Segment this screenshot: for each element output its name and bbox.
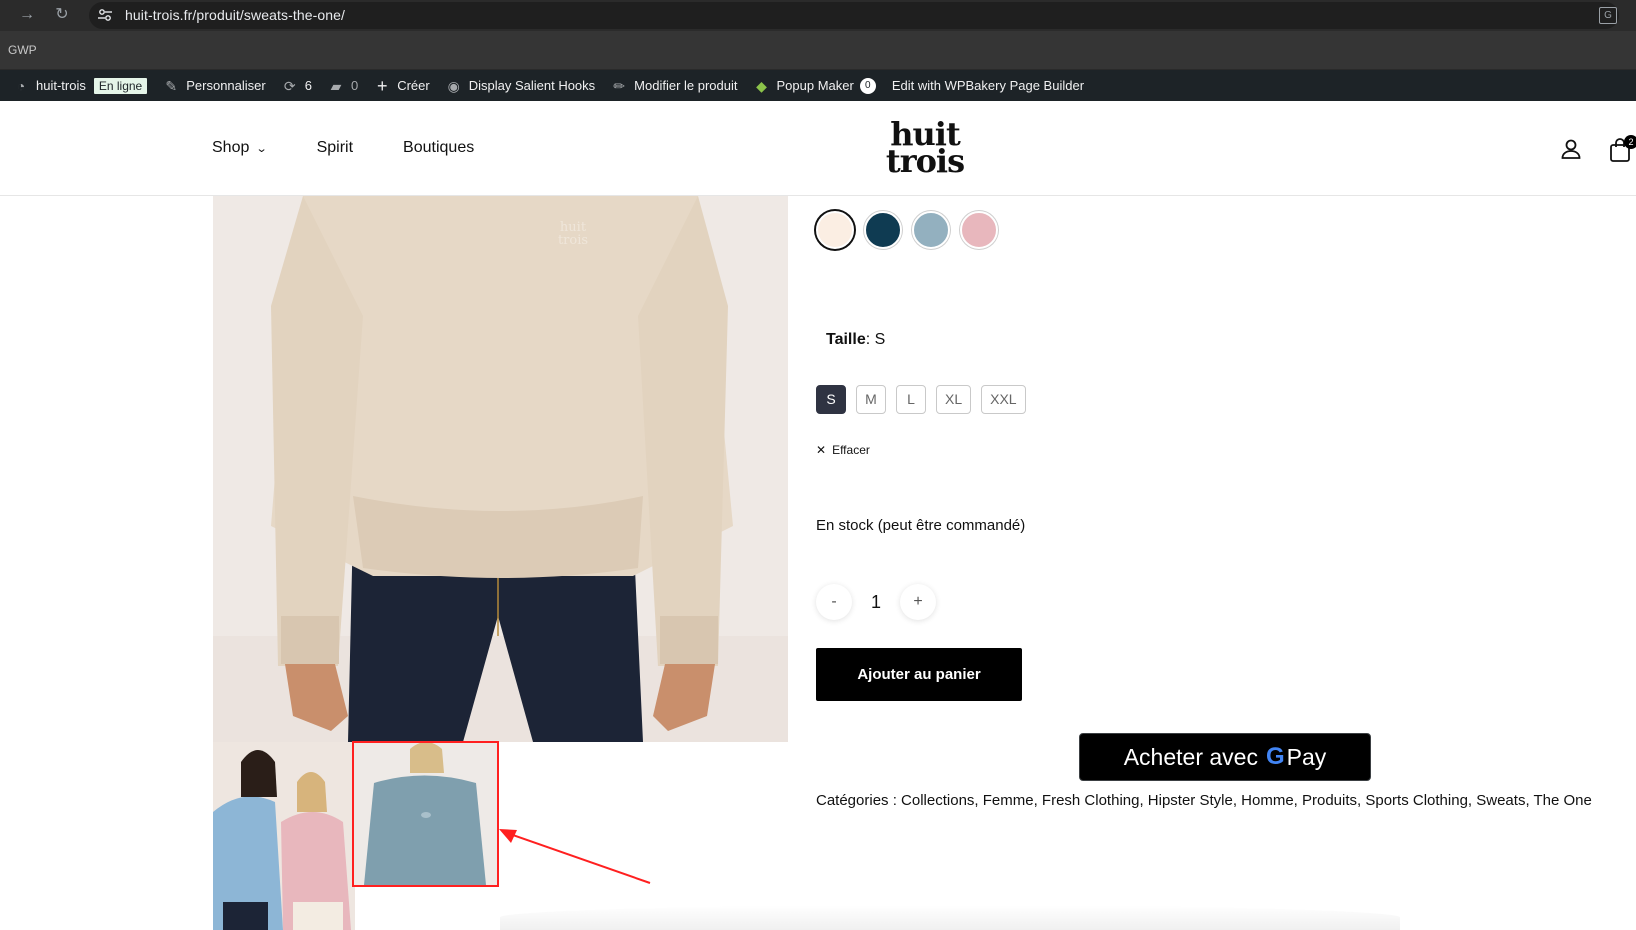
size-option-m[interactable]: M — [856, 385, 886, 414]
google-pay-button[interactable]: Acheter avec G Pay — [1079, 733, 1371, 781]
wp-site-menu[interactable]: ◔ huit-trois En ligne — [13, 77, 148, 94]
main-menu: Shop ⌄ Spirit Boutiques — [212, 139, 524, 157]
browser-toolbar: → ↻ huit-trois.fr/produit/sweats-the-one… — [0, 0, 1636, 31]
eye-icon: ◉ — [447, 77, 460, 94]
bookmarks-bar: GWP — [0, 31, 1636, 70]
url-text[interactable]: huit-trois.fr/produit/sweats-the-one/ — [125, 7, 345, 23]
customize-link[interactable]: ✎ Personnaliser — [163, 77, 266, 94]
customize-label: Personnaliser — [186, 78, 266, 93]
chevron-down-icon: ⌄ — [255, 142, 268, 155]
popup-maker-menu[interactable]: ◆ Popup Maker 0 — [754, 77, 876, 94]
menu-label-spirit: Spirit — [316, 139, 354, 156]
size-option-s[interactable]: S — [816, 385, 846, 414]
clear-label: Effacer — [832, 443, 870, 457]
brush-icon: ✎ — [165, 77, 178, 94]
size-option-xxl[interactable]: XXL — [981, 385, 1026, 414]
site-logo[interactable]: huit trois — [880, 118, 970, 180]
hooks-label: Display Salient Hooks — [468, 78, 596, 93]
wp-admin-bar: ◔ huit-trois En ligne ✎ Personnaliser ⟳ … — [0, 70, 1636, 101]
translate-icon[interactable]: G — [1599, 7, 1617, 24]
hooks-link[interactable]: ◉ Display Salient Hooks — [446, 77, 596, 94]
footer-shadow — [500, 905, 1400, 930]
couple-photo — [213, 742, 355, 930]
wpbakery-label: Edit with WPBakery Page Builder — [891, 78, 1085, 93]
color-swatches — [816, 211, 1008, 249]
plus-icon: + — [376, 75, 388, 96]
site-name: huit-trois — [36, 78, 86, 93]
product-thumbnail-1[interactable] — [213, 742, 355, 930]
popup-maker-icon: ◆ — [756, 77, 767, 94]
close-icon: ✕ — [816, 443, 827, 457]
reload-icon[interactable]: ↻ — [52, 5, 72, 25]
size-label-title: Taille — [826, 331, 866, 348]
address-bar[interactable]: huit-trois.fr/produit/sweats-the-one/ G — [89, 2, 1619, 29]
swatch-cream[interactable] — [816, 211, 854, 249]
wpbakery-link[interactable]: Edit with WPBakery Page Builder — [892, 78, 1084, 93]
size-label-value: : S — [865, 331, 886, 348]
edit-product-link[interactable]: ✏ Modifier le produit — [611, 78, 737, 94]
qty-plus-button[interactable]: + — [900, 584, 936, 620]
cart-count-badge: 2 — [1624, 135, 1636, 149]
menu-item-boutiques[interactable]: Boutiques — [403, 139, 474, 157]
pencil-icon: ✏ — [613, 77, 626, 94]
popup-maker-label: Popup Maker — [776, 78, 854, 93]
woman-blue-sweat-photo — [354, 743, 497, 885]
create-menu[interactable]: + Créer — [374, 75, 430, 96]
size-option-xl[interactable]: XL — [936, 385, 972, 414]
size-option-l[interactable]: L — [896, 385, 926, 414]
qty-input[interactable]: 1 — [852, 592, 900, 613]
menu-item-shop[interactable]: Shop ⌄ — [212, 139, 268, 157]
comments-count: 0 — [350, 78, 359, 93]
sweatshirt-illustration: huit trois — [213, 196, 788, 742]
svg-text:trois: trois — [558, 233, 588, 248]
swatch-navy[interactable] — [864, 211, 902, 249]
gpay-g-letter: G — [1265, 743, 1285, 770]
gpay-pay: Pay — [1286, 743, 1327, 770]
site-info-icon[interactable] — [97, 7, 113, 23]
size-label: Taille: S — [826, 331, 885, 349]
google-g-icon: G — [1266, 743, 1285, 771]
size-options: S M L XL XXL — [816, 385, 1036, 414]
logo-line-2: trois — [885, 142, 965, 180]
quantity-stepper: - 1 + — [816, 584, 936, 620]
bookmark-gwp[interactable]: GWP — [8, 43, 37, 57]
gpay-text: Acheter avec — [1123, 743, 1258, 770]
menu-item-spirit[interactable]: Spirit — [317, 139, 353, 157]
add-to-cart-button[interactable]: Ajouter au panier — [816, 648, 1022, 701]
annotation-arrow — [499, 829, 651, 884]
product-thumbnail-2-selected[interactable] — [352, 741, 499, 887]
product-main-image[interactable]: huit trois — [213, 196, 788, 742]
create-label: Créer — [397, 78, 430, 93]
comments-link[interactable]: ▰ 0 — [328, 77, 359, 94]
refresh-icon: ⟳ — [283, 77, 296, 94]
popup-count-badge: 0 — [859, 77, 876, 94]
dashboard-icon: ◔ — [16, 77, 26, 94]
updates-count: 6 — [304, 78, 312, 93]
swatch-light-blue[interactable] — [912, 211, 950, 249]
updates-link[interactable]: ⟳ 6 — [282, 78, 312, 94]
status-badge: En ligne — [93, 77, 148, 94]
clear-selection-link[interactable]: ✕ Effacer — [816, 443, 870, 457]
comment-icon: ▰ — [330, 77, 342, 94]
menu-label-boutiques: Boutiques — [403, 139, 475, 156]
qty-minus-button[interactable]: - — [816, 584, 852, 620]
swatch-pink[interactable] — [960, 211, 998, 249]
edit-product-label: Modifier le produit — [634, 78, 738, 93]
account-icon[interactable] — [1559, 137, 1583, 161]
site-header: Shop ⌄ Spirit Boutiques huit trois 2 — [0, 101, 1636, 196]
stock-status: En stock (peut être commandé) — [816, 517, 1026, 534]
product-categories: Catégories : Collections, Femme, Fresh C… — [816, 792, 1592, 809]
menu-label-shop: Shop — [212, 139, 250, 156]
forward-arrow-icon[interactable]: → — [17, 5, 37, 25]
